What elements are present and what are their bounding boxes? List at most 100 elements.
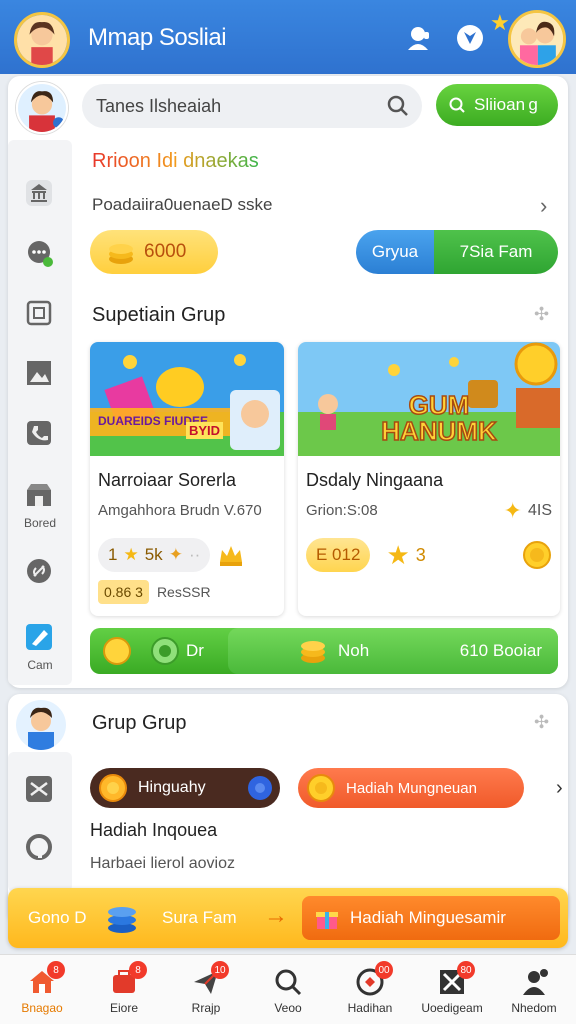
puzzle-icon[interactable]: ✣ [534,712,556,734]
nav-label: Hadihan [347,1001,393,1015]
split-toggle[interactable]: Gryua 7Sia Fam [356,230,558,274]
app-header: Mmap Sosliai ★ [0,0,576,74]
score-row: ✦ 4IS [504,498,552,524]
coin-icon[interactable] [522,540,552,570]
price-value: E 012 [316,545,361,564]
gift-icon: 00 [355,961,393,997]
split-left-button[interactable]: Gryua [356,230,434,274]
nav-badge: 8 [129,961,147,979]
action-label: Sliioan g [474,95,538,114]
hadiah-mingguan-button[interactable]: Hadiah Minguesamir [302,896,560,940]
nav-item-game[interactable]: 80 Uoedigeam [416,955,488,1024]
reward-right-label: 610 Booiar [459,641,542,660]
search-icon [449,97,465,113]
sidebar-label-bored: Bored [23,516,57,530]
reward-bar[interactable]: Dr Noh 610 Booiar [90,628,558,674]
image-icon[interactable] [22,356,56,390]
sparkle-icon: ✦ [503,498,522,523]
shuffle-icon[interactable] [22,772,56,806]
friends-avatar[interactable] [508,10,566,68]
group-avatar[interactable] [16,700,66,750]
hadiah-label: Hadiah Mungneuan [346,779,477,797]
nav-item-home[interactable]: 8 Bnagao [6,955,78,1024]
store-icon[interactable] [22,478,56,512]
rating-pill[interactable]: 1 ★ 5k ✦ ·· [98,538,211,572]
refresh-icon[interactable] [22,830,56,864]
profile-icon [519,967,549,997]
coin-balance[interactable]: 6000 [90,230,218,274]
coin-stack-icon [301,641,325,663]
coin-stack-icon [108,907,136,933]
nav-badge: 00 [375,961,393,979]
bottom-nav: 8 Bnagao 8 Eiore 10 Rrajp Veoo 00 Hadiha… [0,954,576,1024]
thumbnail-text: GUM HANUMK [380,390,497,446]
search-icon[interactable] [386,94,410,118]
star-icon: ★ [123,545,139,564]
hadiah-mingguan-label: Hadiah Minguesamir [350,908,506,927]
price-row: E 012 ★ 3 [306,538,426,572]
nav-label: Eiore [109,1001,138,1015]
price-tag: 0.86 3 [98,580,149,604]
game-title: Dsdaly Ningaana [306,470,444,490]
chevron-right-icon[interactable]: › [540,193,547,219]
calendar-icon[interactable] [22,296,56,330]
sidebar: Bored Cam [8,140,72,685]
chat-icon[interactable] [22,236,56,270]
compass-icon[interactable] [454,22,486,54]
game-title: Narroiaar Sorerla [98,470,237,490]
link-icon[interactable] [22,554,56,588]
promo-subline[interactable]: Poadaiira0uenaeD sske [92,195,273,215]
hadiah-button[interactable]: Hadiah Mungneuan [298,768,524,808]
bottom-banner[interactable]: Gono D Sura Fam → Hadiah Minguesamir [8,888,568,948]
arrow-right-icon: → [264,902,288,929]
coin-icon [99,774,127,802]
coin-stack-icon [109,244,133,264]
game-card[interactable]: GUM HANUMK Dsdaly Ningaana Grion:S:08 ✦ … [298,342,560,616]
search-icon [273,967,303,997]
profile-avatar[interactable] [16,82,68,134]
search-input[interactable]: Tanes Ilsheaiah [96,96,221,117]
split-right-button[interactable]: 7Sia Fam [434,230,558,274]
globe-icon [248,776,272,800]
crown-icon[interactable] [216,540,246,570]
nav-item-search[interactable]: Veoo [252,955,324,1024]
game-card[interactable]: DUAREIDS FIUDEE BYID Narroiaar Sorerla A… [90,342,284,616]
sidebar-label-cam: Cam [27,658,53,672]
nav-badge: 10 [211,961,229,979]
promo-headline: Rrioon Idi dnaekas [92,150,259,172]
price-pill[interactable]: E 012 [306,538,371,572]
game-subtitle: Amgahhora Brudn V.670 [98,502,262,519]
sparkle-icon: ★ [490,10,510,35]
reward-mid-label: Noh [338,641,370,660]
chevron-right-icon[interactable]: › [556,777,563,800]
nav-label: Bnagao [21,1001,63,1015]
nav-item-send[interactable]: 10 Rrajp [170,955,242,1024]
nav-label: Uoedigeam [421,1001,483,1015]
bank-icon[interactable] [22,176,56,210]
rating-row: 1 ★ 5k ✦ ·· [98,538,246,572]
nav-label: Rrajp [191,1001,221,1015]
search-bar[interactable]: Tanes Ilsheaiah [82,84,422,128]
score-value: 4IS [527,502,552,519]
puzzle-icon[interactable]: ✣ [534,304,556,326]
rating-count: 5k [144,545,163,564]
nav-item-gift[interactable]: 00 Hadihan [334,955,406,1024]
sidebar-secondary [8,752,72,892]
group-item-subtitle: Harbaei lierol aovioz [90,855,235,872]
tag-row: 0.86 3 ResSSR [98,580,211,604]
reward-left-label: Dr [186,641,204,660]
search-action-button[interactable]: Sliioan g [436,84,558,126]
phone-icon[interactable] [22,416,56,450]
support-icon[interactable] [402,22,434,54]
nav-badge: 8 [47,961,65,979]
game-subtitle: Grion:S:08 [306,502,378,519]
user-avatar[interactable] [14,12,70,68]
section-title: Supetiain Grup [92,304,226,326]
hinguahy-button[interactable]: Hinguahy [90,768,280,808]
pencil-icon[interactable] [22,620,56,654]
group-item-title: Hadiah Inqouea [90,820,218,840]
coin-icon [307,774,335,802]
star-icon: ★ [386,539,410,570]
nav-item-store[interactable]: 8 Eiore [88,955,160,1024]
nav-item-profile[interactable]: Nhedom [498,955,570,1024]
